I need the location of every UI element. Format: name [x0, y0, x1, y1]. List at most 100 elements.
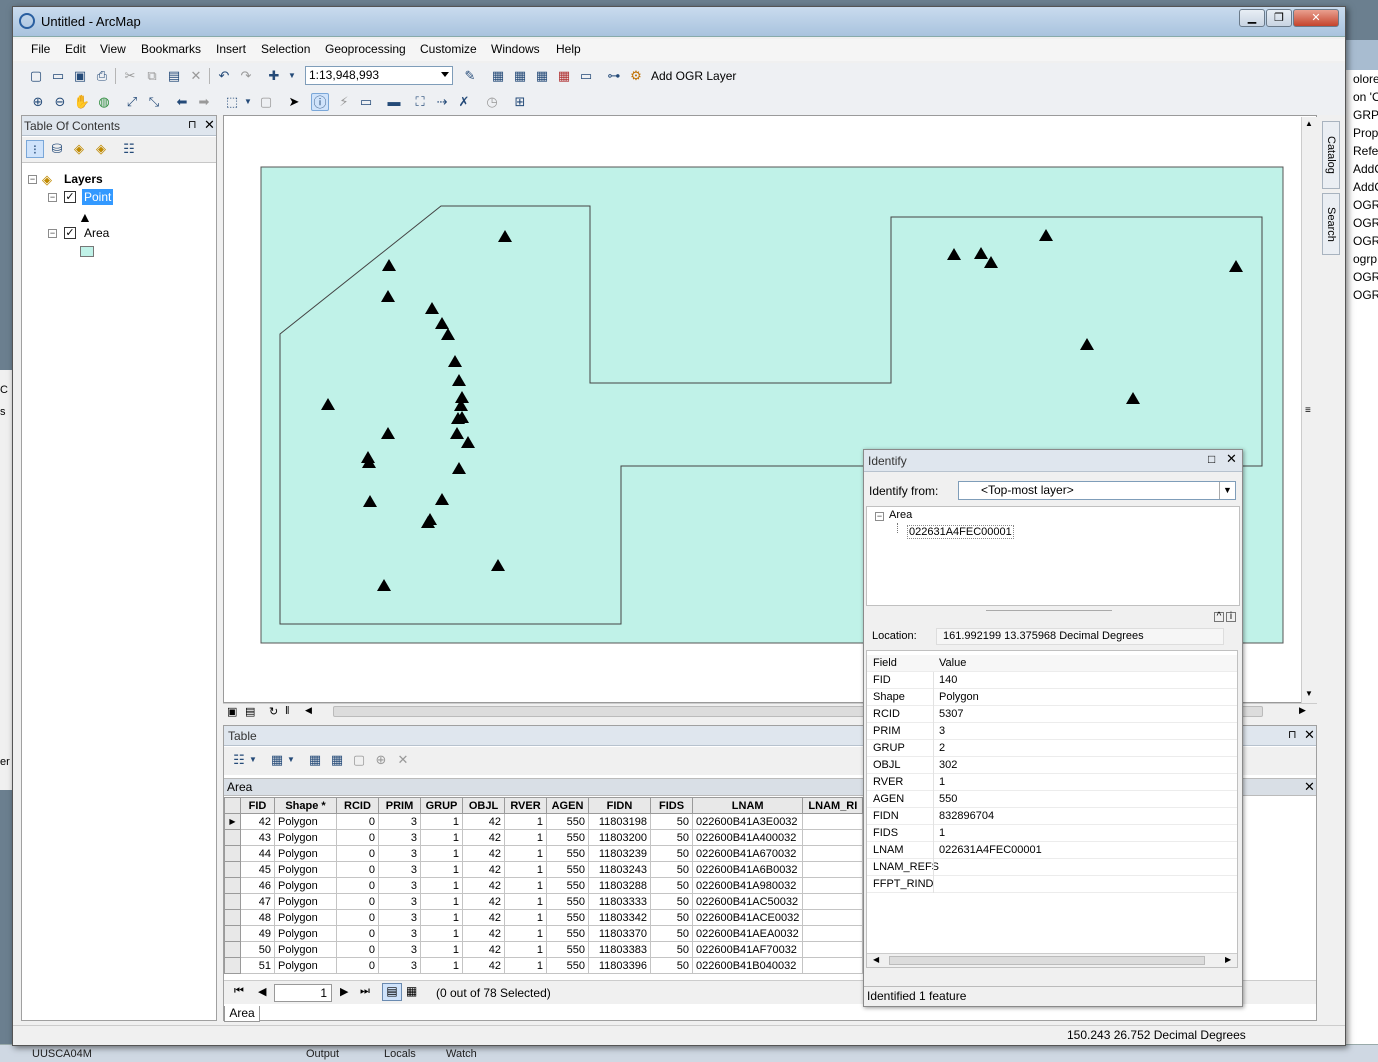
splitter-grip[interactable]	[986, 610, 1112, 611]
model-builder-icon[interactable]: ⊶	[605, 67, 623, 85]
menu-selection[interactable]: Selection	[261, 42, 310, 56]
chevron-down-icon[interactable]	[441, 72, 449, 77]
table-cell[interactable]: 3	[378, 813, 421, 830]
collapse-area-icon[interactable]: −	[48, 229, 57, 238]
identify-scroll-thumb[interactable]	[889, 956, 1205, 965]
scroll-right-icon[interactable]: ▶	[1299, 705, 1306, 716]
cut-icon[interactable]: ✂	[121, 67, 139, 85]
table-cell[interactable]: Polygon	[274, 893, 337, 910]
toc-layer-area[interactable]: Area	[84, 226, 109, 240]
identify-row[interactable]: OBJL 302	[867, 757, 1237, 774]
row-selector[interactable]	[224, 845, 241, 862]
table-cell[interactable]: 1	[420, 957, 463, 974]
chevron-down-icon[interactable]: ▼	[1219, 482, 1235, 499]
table-cell[interactable]: 11803396	[588, 957, 651, 974]
attribute-grid[interactable]: FID Shape * RCID PRIM GRUP OBJL RVER AGEN FIDN FI…	[224, 797, 864, 975]
table-cell[interactable]: 0	[336, 845, 379, 862]
table-cell[interactable]: 550	[546, 877, 589, 894]
table-cell[interactable]	[802, 893, 864, 910]
list-by-drawing-order-icon[interactable]: ⁝	[26, 140, 44, 158]
table-cell[interactable]: 550	[546, 861, 589, 878]
back-arrow-icon[interactable]: ⬅	[173, 93, 191, 111]
maximize-icon[interactable]: □	[1208, 452, 1215, 466]
table-cell[interactable]: 0	[336, 957, 379, 974]
collapse-area-icon[interactable]: −	[875, 512, 884, 521]
table-cell[interactable]: 3	[378, 957, 421, 974]
scroll-left-icon[interactable]: ◀	[305, 705, 312, 716]
collapse-layers-icon[interactable]: −	[28, 175, 37, 184]
bottom-tab-area[interactable]: Area	[224, 1006, 260, 1022]
table-cell[interactable]: 3	[378, 845, 421, 862]
column-header[interactable]: OBJL	[462, 797, 505, 814]
table-cell[interactable]: Polygon	[274, 829, 337, 846]
identify-row[interactable]: LNAM 022631A4FEC00001	[867, 842, 1237, 859]
minimize-button[interactable]: ▁	[1239, 9, 1265, 27]
table-cell[interactable]: 0	[336, 813, 379, 830]
table-row[interactable]: 51 Polygon 0 3 1 42 1 550 11803396 50 022600B41B04…	[224, 957, 864, 974]
zoom-out-icon[interactable]: ⊖	[51, 93, 69, 111]
ogr-plugin-icon[interactable]: ⚙	[627, 67, 645, 85]
table-cell[interactable]: 022600B41A400032	[691, 829, 804, 846]
column-header[interactable]: FIDN	[588, 797, 651, 814]
full-extent-globe-icon[interactable]: ◍	[95, 93, 113, 111]
data-view-icon[interactable]: ▤	[245, 705, 255, 718]
row-selector[interactable]	[224, 957, 241, 974]
arctoolbox-icon[interactable]: ▦	[555, 67, 573, 85]
toc-layers-root[interactable]: Layers	[64, 172, 103, 186]
table-cell[interactable]: 022600B41AC50032	[691, 893, 804, 910]
menu-customize[interactable]: Customize	[420, 42, 477, 56]
find-route-icon[interactable]: ⇢	[433, 93, 451, 111]
table-cell[interactable]: 42	[462, 829, 505, 846]
paste-icon[interactable]: ▤	[165, 67, 183, 85]
table-cell[interactable]: 11803383	[588, 941, 651, 958]
last-record-icon[interactable]: ⏭	[360, 985, 370, 998]
table-cell[interactable]: 1	[504, 813, 547, 830]
identify-hscrollbar[interactable]: ◀ ▶	[867, 953, 1237, 967]
select-by-attributes-icon[interactable]: ▦	[306, 751, 324, 769]
table-cell[interactable]: 3	[378, 829, 421, 846]
toc-window-icon[interactable]: ▦	[489, 67, 507, 85]
pin-icon[interactable]: ⊓	[1288, 728, 1297, 741]
table-cell[interactable]: 11803333	[588, 893, 651, 910]
table-cell[interactable]: 43	[240, 829, 275, 846]
table-cell[interactable]: 022600B41A3E0032	[691, 813, 804, 830]
identify-from-select[interactable]: <Top-most layer> ▼	[958, 481, 1236, 500]
refresh-icon[interactable]: ↻	[269, 705, 278, 718]
current-record-input[interactable]: 1	[274, 984, 332, 1002]
table-tab-area[interactable]: Area	[227, 780, 252, 794]
table-cell[interactable]: 3	[378, 877, 421, 894]
table-cell[interactable]: 48	[240, 909, 275, 926]
close-icon[interactable]: ✕	[1304, 727, 1315, 743]
identify-row[interactable]: FIDN 832896704	[867, 808, 1237, 825]
table-cell[interactable]: 50	[650, 861, 693, 878]
expand-all-icon[interactable]: ^	[1214, 612, 1224, 622]
pan-hand-icon[interactable]: ✋	[73, 93, 91, 111]
point-visibility-checkbox[interactable]: ✓	[64, 191, 76, 203]
table-cell[interactable]: 11803200	[588, 829, 651, 846]
table-cell[interactable]: 3	[378, 909, 421, 926]
table-cell[interactable]: 42	[462, 845, 505, 862]
list-by-selection-icon[interactable]: ◈	[92, 140, 110, 158]
tree-layer-area[interactable]: Area	[889, 509, 912, 521]
maximize-button[interactable]: ❐	[1266, 9, 1292, 27]
title-bar[interactable]: Untitled - ArcMap ▁ ❐ ✕	[13, 7, 1345, 37]
list-by-source-icon[interactable]: ⛁	[48, 140, 66, 158]
measure-icon[interactable]: ▬	[385, 93, 403, 111]
table-cell[interactable]: 11803342	[588, 909, 651, 926]
table-cell[interactable]: 022600B41AEA0032	[691, 925, 804, 942]
zoom-to-selected-icon[interactable]: ⊕	[372, 751, 390, 769]
table-row[interactable]: 45 Polygon 0 3 1 42 1 550 11803243 50 022600B41A6B…	[224, 861, 864, 878]
table-cell[interactable]: 0	[336, 941, 379, 958]
menu-help[interactable]: Help	[556, 42, 581, 56]
first-record-icon[interactable]: ⏮	[234, 985, 244, 998]
column-header[interactable]: RCID	[336, 797, 379, 814]
hyperlink-icon[interactable]: ⚡	[335, 93, 353, 111]
table-cell[interactable]: 0	[336, 829, 379, 846]
table-row[interactable]: 47 Polygon 0 3 1 42 1 550 11803333 50 022600B41AC5…	[224, 893, 864, 910]
menu-view[interactable]: View	[100, 42, 126, 56]
table-cell[interactable]: Polygon	[274, 813, 337, 830]
table-cell[interactable]: 550	[546, 925, 589, 942]
table-cell[interactable]: 11803288	[588, 877, 651, 894]
list-by-visibility-icon[interactable]: ◈	[70, 140, 88, 158]
table-cell[interactable]: 0	[336, 909, 379, 926]
